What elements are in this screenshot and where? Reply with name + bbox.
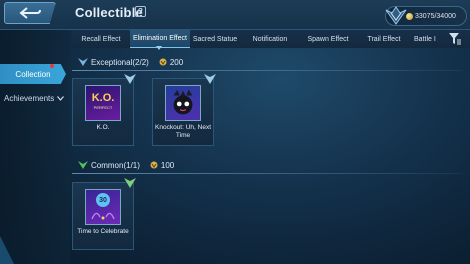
filter-icon[interactable] bbox=[448, 32, 462, 45]
tab-battle[interactable]: Battle I bbox=[414, 30, 444, 48]
tab-sacred-statue[interactable]: Sacred Statue bbox=[190, 30, 240, 48]
character-face-icon bbox=[173, 89, 193, 115]
collectible-card-time-to-celebrate[interactable]: 30 Time to Celebrate bbox=[72, 178, 136, 250]
ko-art-text: K.O. bbox=[91, 92, 115, 104]
section-label: Exceptional(2/2) bbox=[91, 57, 149, 67]
coin-icon bbox=[150, 161, 158, 169]
back-button[interactable] bbox=[4, 2, 56, 24]
confetti-icon bbox=[91, 212, 115, 220]
collectible-card-knockout[interactable]: Knockout: Uh, Next Time bbox=[152, 74, 216, 146]
rank-emblem-icon bbox=[204, 74, 216, 84]
rank-emblem-icon bbox=[124, 178, 136, 188]
sidebar-item-achievements[interactable]: Achievements bbox=[4, 94, 65, 103]
tab-recall-effect[interactable]: Recall Effect bbox=[72, 30, 130, 48]
sidebar-item-collection[interactable]: Collection bbox=[0, 64, 66, 84]
chevron-down-icon bbox=[57, 96, 65, 101]
collection-points: 33075/34000 bbox=[385, 6, 467, 26]
tab-trail-effect[interactable]: Trail Effect bbox=[358, 30, 410, 48]
item-thumbnail: K.O. PERFECT bbox=[85, 85, 121, 121]
tab-notification[interactable]: Notification bbox=[242, 30, 298, 48]
back-arrow-icon bbox=[19, 7, 41, 19]
sidebar-item-label: Collection bbox=[15, 69, 51, 79]
item-thumbnail bbox=[165, 85, 201, 121]
coin-icon bbox=[159, 58, 167, 66]
page-title: Collectible bbox=[75, 5, 143, 20]
section-header-exceptional: Exceptional(2/2) 200 bbox=[72, 56, 462, 71]
collectible-card-ko[interactable]: K.O. PERFECT K.O. bbox=[72, 74, 136, 146]
notification-dot bbox=[50, 64, 54, 68]
section-header-common: Common(1/1) 100 bbox=[72, 159, 462, 174]
divider bbox=[72, 173, 462, 174]
section-points: 200 bbox=[169, 57, 184, 67]
celebrate-art-text: 30 bbox=[96, 193, 110, 207]
sidebar-item-label: Achievements bbox=[4, 94, 55, 103]
item-caption: Time to Celebrate bbox=[77, 228, 129, 235]
help-icon[interactable]: ? bbox=[135, 6, 146, 17]
rank-emblem-icon bbox=[78, 58, 88, 66]
section-points: 100 bbox=[160, 160, 175, 170]
rank-emblem-icon bbox=[78, 161, 88, 169]
divider bbox=[72, 70, 462, 71]
tab-spawn-effect[interactable]: Spawn Effect bbox=[300, 30, 356, 48]
active-tab-marker bbox=[156, 46, 162, 50]
ko-art-subtext: PERFECT bbox=[93, 105, 113, 110]
section-label: Common(1/1) bbox=[91, 160, 140, 170]
decorative-shape bbox=[0, 236, 14, 264]
item-caption: Knockout: Uh, Next Time bbox=[155, 124, 211, 139]
rank-emblem-icon bbox=[124, 74, 136, 84]
points-value: 33075/34000 bbox=[415, 12, 456, 20]
item-caption: K.O. bbox=[96, 124, 110, 131]
category-tabs: Recall Effect Elimination Effect Sacred … bbox=[72, 30, 470, 48]
item-thumbnail: 30 bbox=[85, 189, 121, 225]
top-bar: Collectible ? 33075/34000 bbox=[0, 0, 470, 30]
rank-emblem-icon bbox=[385, 6, 407, 25]
